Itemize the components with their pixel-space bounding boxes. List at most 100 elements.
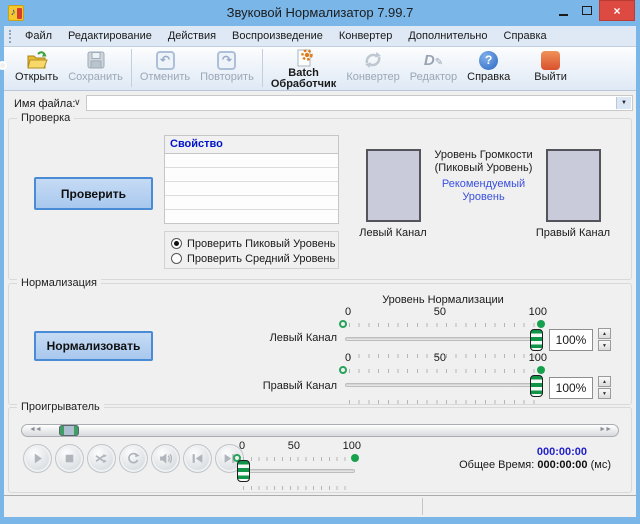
min-marker-icon — [339, 320, 347, 328]
previous-button[interactable] — [183, 444, 212, 473]
total-time-line: Общее Время: 000:00:00 (мс) — [459, 459, 611, 472]
undo-button[interactable]: ↶ Отменить — [135, 48, 195, 84]
volume-button[interactable] — [151, 444, 180, 473]
radio-average-level[interactable]: Проверить Средний Уровень — [171, 251, 338, 266]
radio-peak-level[interactable]: Проверить Пиковый Уровень — [171, 236, 338, 251]
stop-icon — [63, 452, 76, 465]
save-button[interactable]: Сохранить — [63, 48, 128, 84]
property-table: Свойство — [164, 135, 339, 224]
scale-0: 0 — [345, 352, 351, 364]
check-group-label: Проверка — [17, 112, 74, 124]
slider-thumb[interactable] — [237, 460, 250, 482]
current-time: 000:00:00 — [459, 446, 587, 459]
tick-marks — [349, 323, 537, 327]
spin-down-button[interactable]: ▼ — [598, 388, 611, 399]
normalization-level-caption: Уровень Нормализации — [345, 294, 541, 306]
undo-label: Отменить — [140, 72, 190, 83]
right-channel-slider-label: Правый Канал — [239, 380, 337, 392]
table-header-property: Свойство — [165, 136, 338, 154]
filename-combobox[interactable]: ▼ — [86, 95, 633, 111]
radio-selected-icon — [171, 238, 182, 249]
editor-button[interactable]: D✎ Редактор — [405, 48, 462, 84]
slider-thumb[interactable] — [530, 329, 543, 351]
toolbar-separator — [262, 49, 263, 87]
slider-thumb[interactable] — [530, 375, 543, 397]
folder-open-icon — [26, 50, 48, 70]
tick-marks — [243, 457, 351, 461]
scale-50: 50 — [434, 306, 446, 318]
batch-label: Batch Обработчик — [271, 68, 336, 90]
check-button[interactable]: Проверить — [34, 177, 153, 210]
right-percent-spinbox[interactable]: 100% — [549, 377, 593, 399]
redo-button[interactable]: ↷ Повторить — [195, 48, 259, 84]
maximize-button[interactable] — [575, 0, 599, 21]
meter-caption: Уровень Громкости (Пиковый Уровень) — [417, 149, 550, 175]
seek-bar[interactable]: ◄◄ ►► — [21, 424, 619, 437]
menu-playback[interactable]: Воспроизведение — [224, 27, 331, 45]
stop-button[interactable] — [55, 444, 84, 473]
spin-up-button[interactable]: ▲ — [598, 328, 611, 339]
filename-expander-icon[interactable]: ∨ — [74, 97, 81, 108]
close-icon: × — [613, 4, 620, 18]
converter-button[interactable]: Конвертер — [341, 48, 404, 84]
exit-label: Выйти — [534, 72, 567, 83]
menu-actions[interactable]: Действия — [160, 27, 224, 45]
left-channel-slider[interactable]: 0 50 100 — [345, 306, 541, 358]
toolbar-separator — [131, 49, 132, 87]
play-button[interactable] — [23, 444, 52, 473]
volume-slider[interactable]: 0 50 100 — [239, 440, 355, 490]
shuffle-button[interactable] — [87, 444, 116, 473]
help-label: Справка — [467, 72, 510, 83]
menu-edit[interactable]: Редактирование — [60, 27, 160, 45]
menu-converter[interactable]: Конвертер — [331, 27, 400, 45]
menu-extra[interactable]: Дополнительно — [400, 27, 495, 45]
check-group: Проверка Проверить Свойство Проверить Пи… — [8, 118, 632, 280]
toolbar: Открыть Сохранить ↶ Отменить ↷ Повторить — [4, 47, 636, 91]
menu-help[interactable]: Справка — [496, 27, 555, 45]
seek-back-icon[interactable]: ◄◄ — [29, 426, 41, 433]
player-group: Проигрыватель ◄◄ ►► — [8, 407, 632, 493]
table-row — [165, 154, 338, 168]
converter-label: Конвертер — [346, 72, 399, 83]
max-marker-icon — [537, 366, 545, 374]
slider-track[interactable] — [239, 469, 355, 473]
scale-100: 100 — [343, 440, 361, 452]
tick-marks — [349, 369, 537, 373]
exit-button[interactable]: Выйти — [529, 48, 572, 84]
redo-label: Повторить — [200, 72, 254, 83]
seek-thumb[interactable] — [59, 425, 79, 436]
spin-up-button[interactable]: ▲ — [598, 376, 611, 387]
window-title: Звуковой Нормализатор 7.99.7 — [0, 0, 640, 26]
radio-unselected-icon — [171, 253, 182, 264]
dropdown-arrow-button[interactable]: ▼ — [616, 97, 631, 109]
repeat-icon — [127, 452, 140, 465]
batch-processor-button[interactable]: Batch Обработчик — [266, 48, 341, 91]
repeat-button[interactable] — [119, 444, 148, 473]
title-bar: ♪ Звуковой Нормализатор 7.99.7 × — [0, 0, 640, 26]
slider-track[interactable] — [345, 383, 541, 387]
status-bar — [4, 495, 636, 517]
slider-scale: 0 50 100 — [345, 352, 547, 364]
minimize-button[interactable] — [551, 0, 575, 21]
help-button[interactable]: ? Справка — [462, 48, 515, 84]
right-channel-slider[interactable]: 0 50 100 — [345, 352, 541, 404]
save-label: Сохранить — [68, 72, 123, 83]
open-button[interactable]: Открыть — [10, 48, 63, 84]
menu-file[interactable]: Файл — [17, 27, 60, 45]
table-row — [165, 210, 338, 223]
seek-forward-icon[interactable]: ►► — [599, 426, 611, 433]
check-mode-panel: Проверить Пиковый Уровень Проверить Сред… — [164, 231, 339, 269]
play-icon — [31, 452, 44, 465]
left-percent-spinbox[interactable]: 100% — [549, 329, 593, 351]
recommended-level-link[interactable]: Рекомендуемый Уровень — [428, 178, 540, 204]
slider-scale: 0 50 100 — [345, 306, 547, 318]
slider-track[interactable] — [345, 337, 541, 341]
app-window: ♪ Звуковой Нормализатор 7.99.7 × Файл Ре… — [0, 0, 640, 524]
spin-down-button[interactable]: ▼ — [598, 340, 611, 351]
normalize-button[interactable]: Нормализовать — [34, 331, 153, 361]
maximize-icon — [582, 6, 592, 15]
minimize-icon — [559, 14, 568, 16]
save-icon — [86, 50, 106, 70]
scale-50: 50 — [434, 352, 446, 364]
close-button[interactable]: × — [599, 0, 635, 21]
